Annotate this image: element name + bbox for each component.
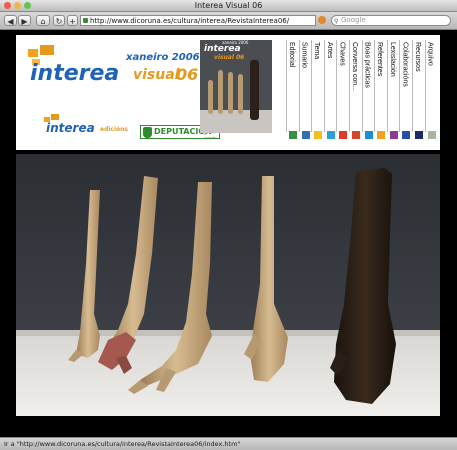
cover-visual: visual 06 [214, 54, 245, 61]
cover-arm [208, 80, 213, 114]
cover-title: interea [204, 44, 241, 54]
nav-item-label: Editorial [288, 42, 295, 68]
search-placeholder: Google [341, 16, 366, 24]
nav-item-label: Boas prácticas [363, 42, 371, 88]
nav-color-swatch [314, 131, 323, 139]
hero-photo [16, 154, 440, 416]
cover-arm [238, 74, 243, 114]
nav-item-arquivo[interactable]: Arquivo [424, 40, 438, 139]
nav-item-label: Lexislación [388, 42, 396, 77]
site-icon [83, 18, 88, 23]
publisher-logo[interactable]: interea [46, 121, 95, 135]
nav-item-conversa-con[interactable]: Conversa con... [349, 40, 362, 139]
nav-item-chaves[interactable]: Chaves [336, 40, 349, 139]
section-nav: Editorial Sumario Tema Artes Chaves Conversa … [286, 40, 438, 140]
nav-item-label: Arquivo [426, 42, 434, 66]
nav-color-swatch [415, 131, 423, 139]
forward-button[interactable]: ▶ [18, 15, 31, 26]
magazine-cover[interactable]: xaneiro 2006 interea visual 06 [200, 40, 272, 133]
nav-item-label: Tema [313, 42, 321, 60]
issue-number: 06 [176, 65, 199, 84]
window-title: Interea Visual 06 [194, 1, 263, 10]
cover-arm [218, 70, 223, 114]
rss-icon[interactable] [318, 16, 326, 24]
nav-color-swatch [427, 131, 436, 139]
web-page: interea xaneiro 2006 visual 06 interea e… [0, 30, 457, 437]
nav-color-swatch [377, 131, 386, 139]
status-bar: Ir a "http://www.dicoruna.es/cultura/int… [0, 437, 457, 450]
nav-item-label: Chaves [338, 42, 346, 66]
search-icon: ⚲ [334, 18, 339, 25]
nav-color-swatch [339, 131, 348, 139]
nav-item-recursos[interactable]: Recursos [412, 40, 425, 139]
nav-item-sumario[interactable]: Sumario [298, 40, 312, 139]
reload-button[interactable]: ↻ [53, 15, 65, 26]
nav-color-swatch [389, 131, 398, 139]
nav-item-label: Sumario [300, 42, 308, 69]
nav-item-label: Referentes [376, 42, 384, 77]
nav-item-label: Colaboracións [401, 42, 409, 87]
nav-color-swatch [301, 131, 310, 139]
nav-color-swatch [364, 131, 373, 139]
nav-item-label: Recursos [414, 42, 421, 72]
cover-arm [250, 60, 259, 120]
nav-item-label: Conversa con... [351, 42, 358, 92]
nav-item-artes[interactable]: Artes [323, 40, 337, 139]
nav-color-swatch [326, 131, 335, 139]
nav-item-label: Artes [325, 42, 333, 59]
nav-item-tema[interactable]: Tema [311, 40, 324, 139]
issue-date: xaneiro 2006 [126, 52, 200, 63]
brand-logo[interactable]: interea [30, 61, 119, 86]
crest-icon [143, 127, 152, 138]
nav-item-referentes[interactable]: Referentes [374, 40, 387, 139]
issue-visual: visual [133, 67, 180, 83]
nav-color-swatch [402, 131, 411, 139]
nav-item-lexislaci-n[interactable]: Lexislación [386, 40, 400, 139]
browser-toolbar: ◀ ▶ ⌂ ↻ + http://www.dicoruna.es/cultura… [0, 12, 457, 30]
nav-item-boas-pr-cticas[interactable]: Boas prácticas [361, 40, 375, 139]
nav-color-swatch [352, 131, 360, 139]
home-button[interactable]: ⌂ [36, 15, 50, 26]
address-text: http://www.dicoruna.es/cultura/interea/R… [90, 17, 290, 25]
nav-item-editorial[interactable]: Editorial [286, 40, 299, 139]
nav-item-colaboraci-ns[interactable]: Colaboracións [399, 40, 412, 139]
back-button[interactable]: ◀ [4, 15, 17, 26]
add-bookmark-button[interactable]: + [67, 15, 78, 26]
site-header: interea xaneiro 2006 visual 06 interea e… [16, 35, 440, 150]
nav-color-swatch [289, 131, 297, 139]
search-field[interactable]: ⚲ Google [331, 15, 451, 26]
window-titlebar: Interea Visual 06 [0, 0, 457, 12]
sponsor-sub: A CORUÑA [204, 132, 218, 140]
address-bar[interactable]: http://www.dicoruna.es/cultura/interea/R… [80, 15, 316, 26]
cover-arm [228, 72, 233, 114]
publisher-suffix: edicións [100, 126, 128, 133]
